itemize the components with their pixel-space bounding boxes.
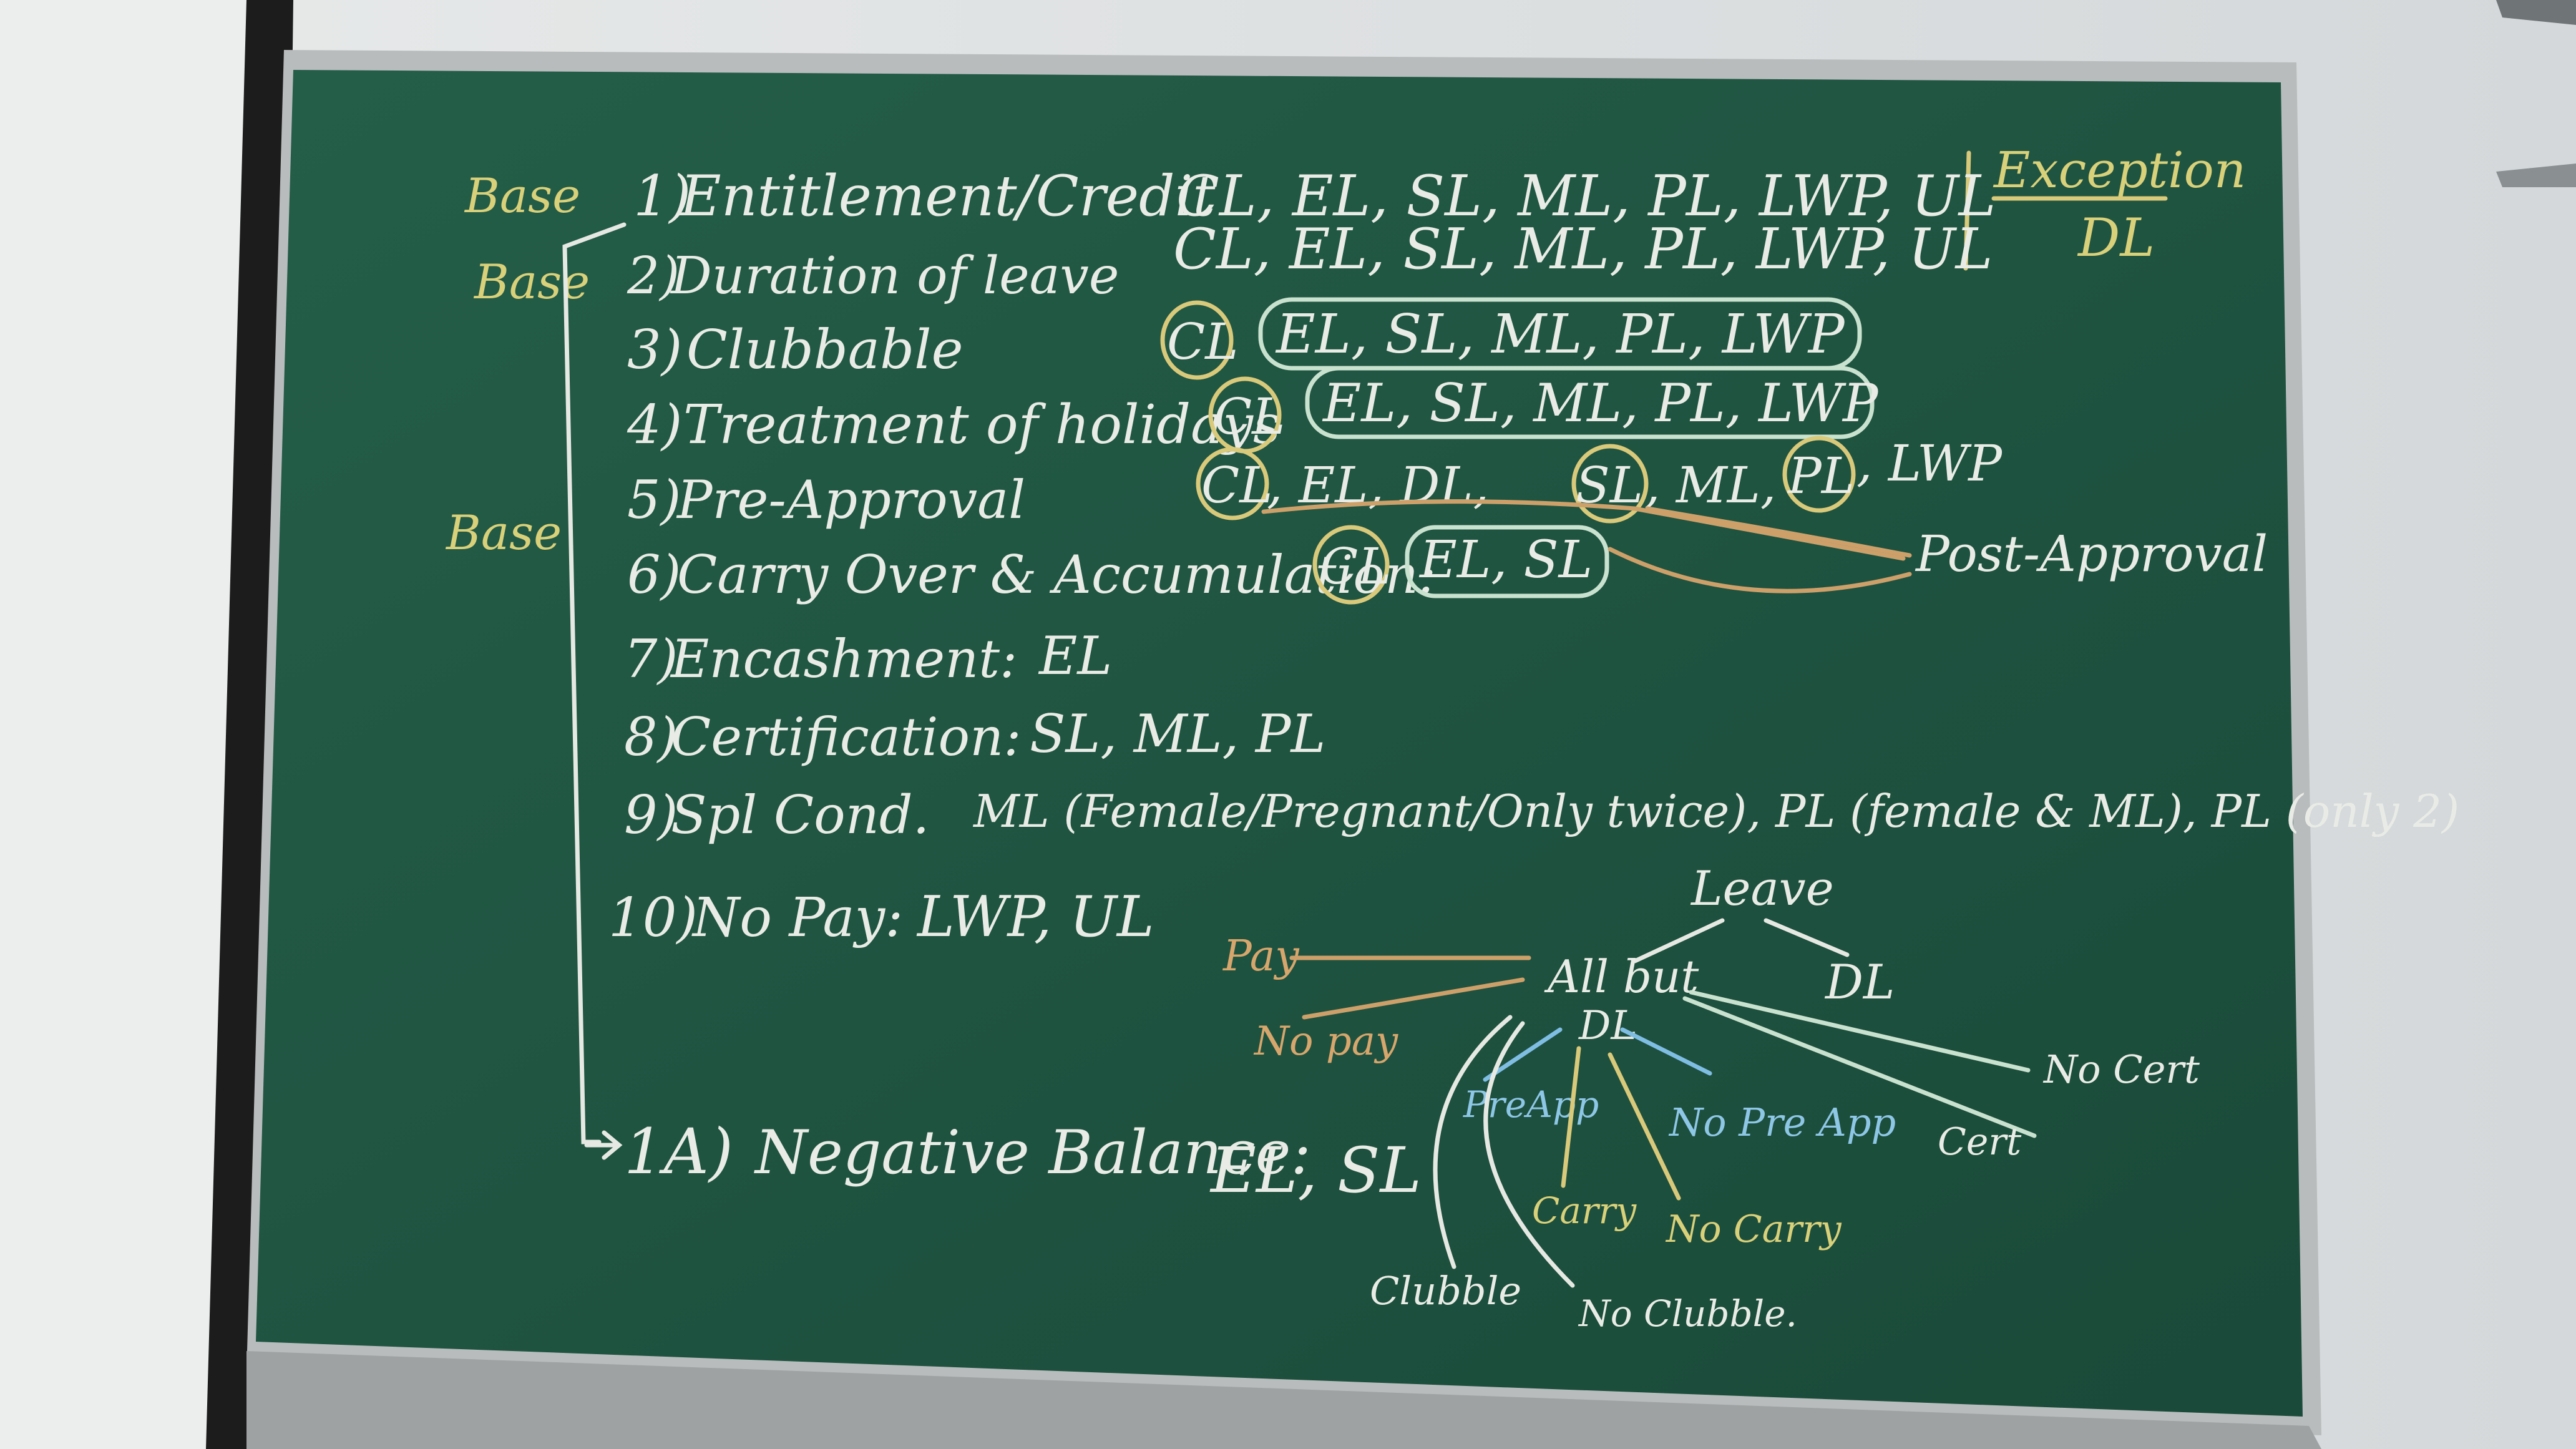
row9-label: Spl Cond. — [671, 784, 929, 846]
tree-all-but-dl: DL — [1578, 1003, 1637, 1049]
row1-label: Entitlement/Credit — [679, 163, 1216, 229]
row10-leaves: LWP, UL — [916, 884, 1154, 950]
row5-tail: , LWP — [1856, 434, 2003, 492]
row7-label: Encashment: — [670, 628, 1017, 690]
tree-cert: Cert — [1938, 1120, 2022, 1164]
row8-label: Certification: — [671, 706, 1022, 768]
row7-leaves: EL — [1038, 625, 1112, 686]
row6-group: EL, SL — [1418, 530, 1593, 590]
row5-circled-1: CL — [1201, 456, 1272, 514]
row5-label: Pre-Approval — [676, 469, 1025, 530]
row5-mid2: , ML, — [1644, 456, 1776, 514]
row6-num: 6) — [627, 544, 681, 605]
row8-leaves: SL, ML, PL — [1030, 703, 1325, 764]
tree-carry: Carry — [1532, 1189, 1637, 1232]
tree-all-but: All but — [1544, 950, 1699, 1003]
row4-num: 4) — [627, 394, 682, 456]
tree-no-pay: No pay — [1253, 1018, 1398, 1065]
neg-leaves: EL, SL — [1209, 1134, 1422, 1207]
tree-no-clubble: No Clubble. — [1578, 1292, 1797, 1335]
row3-label: Clubbable — [686, 319, 964, 381]
row5-num: 5) — [627, 469, 681, 530]
tag-base-2: Base — [473, 254, 590, 310]
classroom-photo: Base Base Base Exception DL 1) Entitleme… — [0, 0, 2576, 1449]
tree-no-pre-app: No Pre App — [1668, 1100, 1896, 1145]
row2-leaves: CL, EL, SL, ML, PL, LWP, UL — [1173, 217, 1993, 282]
row4-group: EL, SL, ML, PL, LWP — [1322, 373, 1879, 434]
exception-title: Exception — [1993, 141, 2246, 199]
row4-circled: CL — [1214, 388, 1285, 446]
tree-no-carry: No Carry — [1665, 1208, 1842, 1251]
row9-num: 9) — [624, 784, 678, 846]
row7-num: 7) — [624, 628, 678, 690]
tree-root: Leave — [1690, 861, 1834, 916]
tree-pay: Pay — [1222, 932, 1300, 981]
row3-circled: CL — [1167, 313, 1238, 371]
neg-num: 1A) — [624, 1115, 733, 1188]
tree-pre-app: PreApp — [1463, 1083, 1599, 1126]
tag-base-1: Base — [464, 168, 580, 223]
row3-group: EL, SL, ML, PL, LWP — [1275, 303, 1846, 366]
row10-label: No Pay: — [691, 887, 903, 949]
row10-num: 10) — [608, 887, 698, 949]
row8-num: 8) — [624, 706, 678, 768]
tree-clubble: Clubble — [1370, 1268, 1521, 1314]
row5-circled-3: PL — [1787, 447, 1855, 505]
tree-dl: DL — [1824, 954, 1895, 1010]
row4-label: Treatment of holidays — [683, 394, 1281, 456]
exception-value: DL — [2077, 207, 2155, 268]
row5-middle: , EL, DL, — [1267, 456, 1489, 514]
row2-label: Duration of leave — [670, 246, 1119, 306]
tag-base-3: Base — [445, 505, 562, 560]
post-approval: Post-Approval — [1915, 525, 2268, 583]
tree-no-cert: No Cert — [2042, 1046, 2200, 1092]
row3-num: 3) — [627, 319, 682, 381]
row6-circled: CL — [1320, 537, 1391, 595]
row9-leaves: ML (Female/Pregnant/Only twice), PL (fem… — [972, 785, 2459, 837]
